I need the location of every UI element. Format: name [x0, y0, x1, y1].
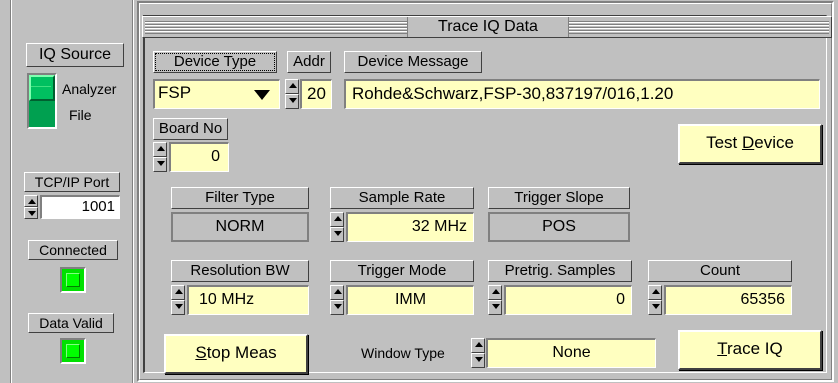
board-no-spinner[interactable]: [153, 142, 167, 172]
iq-source-option-file: File: [69, 107, 92, 123]
sample-rate-spinner[interactable]: [330, 212, 344, 242]
left-panel: IQ Source Analyzer File TCP/IP Port 1001…: [0, 0, 137, 383]
page-title: Trace IQ Data: [407, 17, 569, 37]
pretrig-samples-label: Pretrig. Samples: [488, 260, 632, 282]
trace-iq-button[interactable]: Trace IQ: [678, 330, 822, 370]
pretrig-samples-input[interactable]: 0: [504, 285, 632, 315]
spin-up-icon[interactable]: [171, 285, 185, 300]
trigger-slope-value: POS: [488, 212, 630, 242]
window-type-spinner[interactable]: [471, 338, 485, 368]
spin-up-icon[interactable]: [330, 285, 344, 300]
spin-down-icon[interactable]: [330, 227, 344, 242]
count-label: Count: [648, 260, 792, 282]
resolution-bw-label: Resolution BW: [171, 260, 309, 282]
spin-down-icon[interactable]: [285, 94, 299, 109]
resolution-bw-spinner[interactable]: [171, 285, 185, 315]
spin-down-icon[interactable]: [171, 300, 185, 315]
board-no-label: Board No: [153, 118, 228, 140]
test-device-button[interactable]: Test Device: [678, 124, 822, 164]
data-valid-led-icon: [60, 338, 86, 364]
title-bar: Trace IQ Data: [142, 16, 832, 38]
toggle-thumb[interactable]: [29, 75, 55, 101]
trigger-mode-label: Trigger Mode: [330, 260, 474, 282]
addr-spinner[interactable]: [285, 79, 299, 109]
sample-rate-input[interactable]: 32 MHz: [346, 212, 474, 242]
spin-down-icon[interactable]: [471, 353, 485, 368]
addr-input[interactable]: 20: [300, 79, 332, 109]
addr-label: Addr: [287, 51, 331, 73]
device-type-label: Device Type: [153, 51, 277, 73]
iq-source-option-analyzer: Analyzer: [62, 81, 117, 97]
chevron-down-icon[interactable]: [254, 90, 270, 100]
connected-label: Connected: [28, 240, 118, 260]
spin-up-icon[interactable]: [471, 338, 485, 353]
spin-up-icon[interactable]: [648, 285, 662, 300]
trigger-slope-label: Trigger Slope: [488, 187, 630, 209]
filter-type-value: NORM: [171, 212, 309, 242]
tcp-port-spinner[interactable]: [24, 195, 38, 219]
spin-down-icon[interactable]: [24, 207, 38, 219]
trigger-mode-input[interactable]: IMM: [346, 285, 474, 315]
spin-down-icon[interactable]: [330, 300, 344, 315]
connected-led-icon: [60, 267, 86, 293]
count-spinner[interactable]: [648, 285, 662, 315]
stop-meas-button[interactable]: Stop Meas: [164, 334, 308, 374]
data-valid-label: Data Valid: [28, 313, 114, 333]
device-type-value: FSP: [158, 83, 192, 102]
device-message-label: Device Message: [344, 51, 482, 73]
sample-rate-label: Sample Rate: [330, 187, 474, 209]
iq-source-label: IQ Source: [26, 43, 124, 67]
resolution-bw-input[interactable]: 10 MHz: [187, 285, 309, 315]
window-type-label: Window Type: [361, 345, 445, 361]
spin-down-icon[interactable]: [153, 157, 167, 172]
count-input[interactable]: 65356: [664, 285, 792, 315]
spin-up-icon[interactable]: [153, 142, 167, 157]
spin-down-icon[interactable]: [648, 300, 662, 315]
iq-source-toggle[interactable]: [27, 73, 57, 129]
pretrig-samples-spinner[interactable]: [488, 285, 502, 315]
device-type-select[interactable]: FSP: [153, 79, 280, 109]
spin-down-icon[interactable]: [488, 300, 502, 315]
trigger-mode-spinner[interactable]: [330, 285, 344, 315]
spin-up-icon[interactable]: [285, 79, 299, 94]
device-message-field: Rohde&Schwarz,FSP-30,837197/016,1.20: [344, 79, 820, 109]
spin-up-icon[interactable]: [488, 285, 502, 300]
tcp-port-label: TCP/IP Port: [24, 172, 120, 192]
window-type-input[interactable]: None: [486, 338, 656, 368]
spin-up-icon[interactable]: [330, 212, 344, 227]
tcp-port-input[interactable]: 1001: [40, 195, 120, 219]
filter-type-label: Filter Type: [171, 187, 309, 209]
board-no-input[interactable]: 0: [169, 142, 229, 172]
spin-up-icon[interactable]: [24, 195, 38, 207]
